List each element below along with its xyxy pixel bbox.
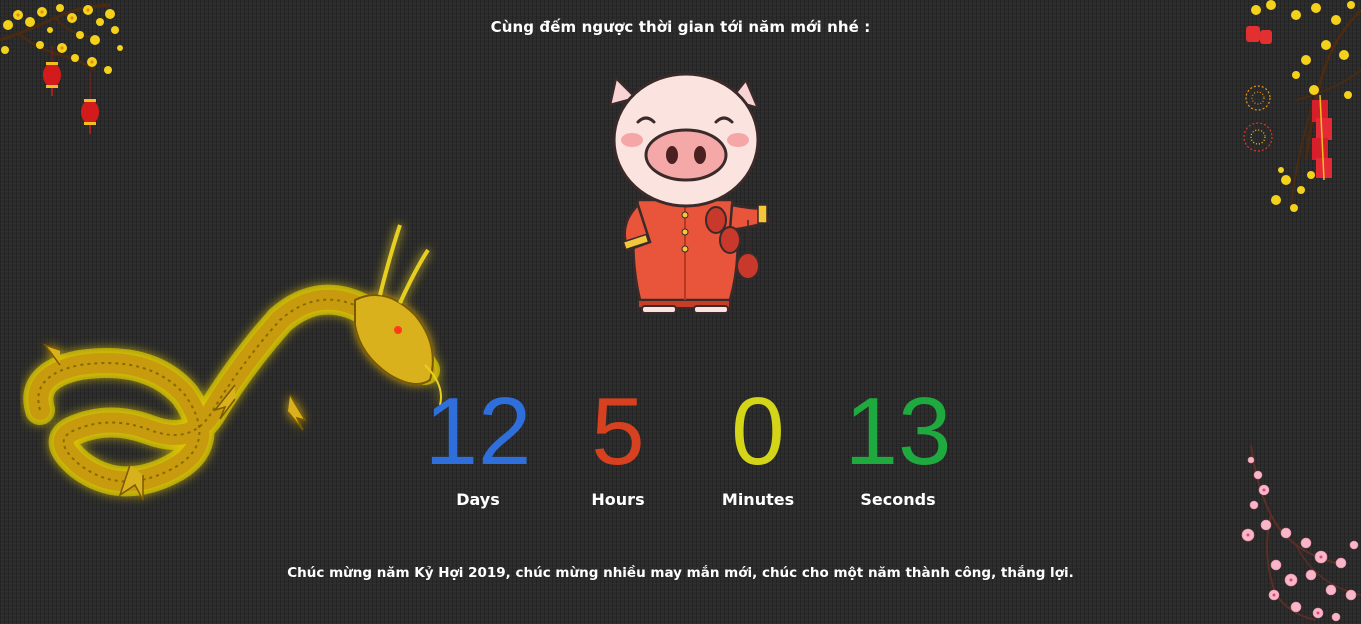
header-text: Cùng đếm ngược thời gian tới năm mới nhé… [490,18,871,36]
countdown-hours: 5 Hours [548,378,688,510]
pig-mascot-illustration [608,72,770,314]
hours-label: Hours [591,490,645,509]
peach-blossom-decoration [1241,445,1361,622]
minutes-value: 0 [731,378,785,485]
golden-dragon-illustration [23,224,442,501]
countdown-days: 12 Days [408,378,548,510]
days-value: 12 [424,378,532,485]
minutes-label: Minutes [721,490,795,509]
apricot-blossom-firecrackers-decoration [1243,0,1361,212]
countdown-timer: 12 Days 5 Hours 0 Minutes 13 Seconds [408,378,968,510]
countdown-seconds: 13 Seconds [828,378,968,510]
days-label: Days [456,490,500,509]
seconds-label: Seconds [860,490,936,509]
hours-value: 5 [591,378,645,485]
apricot-blossom-lanterns-decoration [0,3,123,134]
seconds-value: 13 [844,378,952,485]
countdown-minutes: 0 Minutes [688,378,828,510]
footer-greeting: Chúc mừng năm Kỷ Hợi 2019, chúc mừng nhi… [287,565,1074,581]
